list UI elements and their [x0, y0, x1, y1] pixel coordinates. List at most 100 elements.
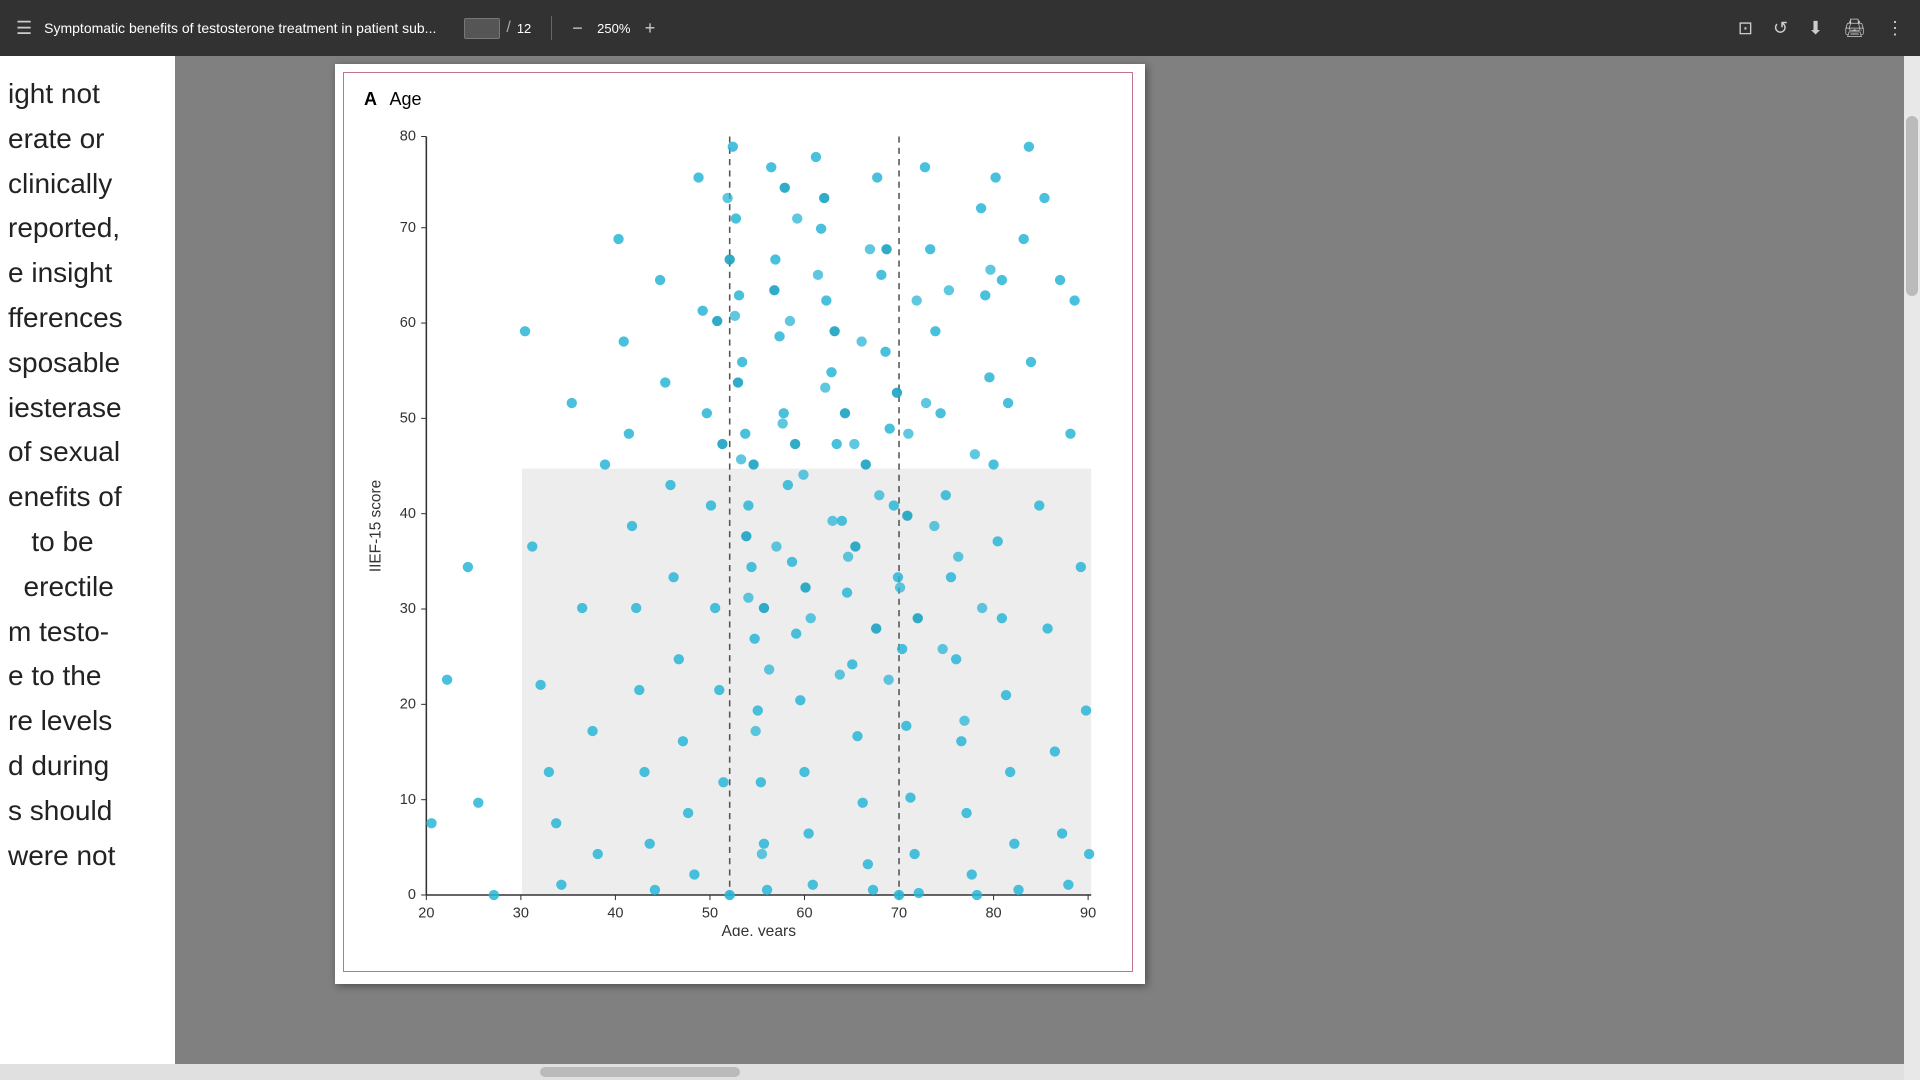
text-line: reported, — [8, 206, 167, 251]
dot — [748, 459, 758, 469]
text-line: clinically — [8, 162, 167, 207]
dot — [984, 372, 994, 382]
dot — [929, 521, 939, 531]
dot — [749, 634, 759, 644]
dot — [880, 347, 890, 357]
scrollbar-thumb[interactable] — [1906, 116, 1918, 296]
dot — [655, 275, 665, 285]
scatter-plot: 0 10 20 30 40 50 60 — [364, 116, 1112, 936]
total-pages: 12 — [517, 21, 531, 36]
text-line: re levels — [8, 699, 167, 744]
dot — [813, 270, 823, 280]
dot — [710, 603, 720, 613]
dot — [903, 429, 913, 439]
download-icon[interactable]: ⬇ — [1808, 18, 1823, 39]
print-icon[interactable]: 🖨 — [1843, 18, 1866, 39]
dot — [970, 449, 980, 459]
current-page-input[interactable]: 9 — [464, 18, 500, 39]
y-axis-label: IIEF-15 score — [368, 480, 385, 572]
page-navigation: 9 / 12 — [464, 18, 531, 39]
dot — [743, 593, 753, 603]
dot — [693, 172, 703, 182]
dot — [997, 613, 1007, 623]
y-tick-20: 20 — [400, 697, 416, 713]
dot — [905, 793, 915, 803]
dot — [489, 890, 499, 900]
dot — [706, 500, 716, 510]
zoom-out-button[interactable]: − — [572, 18, 583, 39]
x-tick-30: 30 — [513, 906, 529, 922]
x-tick-90: 90 — [1080, 906, 1096, 922]
dot — [935, 408, 945, 418]
dot — [743, 500, 753, 510]
dot — [972, 890, 982, 900]
dot — [780, 183, 790, 193]
dot — [759, 839, 769, 849]
horizontal-scrollbar[interactable] — [0, 1064, 1904, 1080]
dot — [871, 623, 881, 633]
dot — [783, 480, 793, 490]
fit-page-icon[interactable]: ⊡ — [1738, 18, 1753, 39]
dot — [832, 439, 842, 449]
dot — [821, 295, 831, 305]
main-content: ight not erate or clinically reported, e… — [0, 56, 1920, 1080]
median-dot-1 — [724, 890, 734, 900]
dot — [740, 429, 750, 439]
horizontal-scrollbar-thumb[interactable] — [540, 1067, 740, 1077]
doc-title: Symptomatic benefits of testosterone tre… — [44, 20, 436, 36]
dot — [1081, 705, 1091, 715]
dot — [959, 716, 969, 726]
dot — [826, 367, 836, 377]
dot — [816, 224, 826, 234]
dot — [953, 552, 963, 562]
x-tick-80: 80 — [985, 906, 1001, 922]
zoom-in-button[interactable]: + — [645, 18, 656, 39]
more-options-icon[interactable]: ⋮ — [1886, 18, 1904, 39]
dot — [674, 654, 684, 664]
dot — [881, 244, 891, 254]
dot — [798, 470, 808, 480]
dot — [733, 377, 743, 387]
toolbar: ☰ Symptomatic benefits of testosterone t… — [0, 0, 1920, 56]
text-line: of sexual — [8, 430, 167, 475]
dot — [551, 818, 561, 828]
dot — [865, 244, 875, 254]
pdf-viewer-area[interactable]: A Age — [175, 56, 1904, 1080]
dot — [587, 726, 597, 736]
dot — [634, 685, 644, 695]
vertical-scrollbar[interactable] — [1904, 56, 1920, 1080]
dot — [806, 613, 816, 623]
dot — [993, 536, 1003, 546]
dot — [717, 439, 727, 449]
dot — [1019, 234, 1029, 244]
y-tick-70: 70 — [400, 220, 416, 236]
dot — [1057, 828, 1067, 838]
dot — [728, 142, 738, 152]
dot — [556, 880, 566, 890]
zoom-controls: − 250% + — [572, 18, 655, 39]
dot — [941, 490, 951, 500]
dot — [712, 316, 722, 326]
dot — [724, 254, 734, 264]
dot — [874, 490, 884, 500]
dot — [961, 808, 971, 818]
dot — [718, 777, 728, 787]
dot — [849, 439, 859, 449]
dot — [1003, 398, 1013, 408]
dot — [997, 275, 1007, 285]
dot — [769, 285, 779, 295]
dot — [946, 572, 956, 582]
dot — [639, 767, 649, 777]
dot — [520, 326, 530, 336]
menu-icon[interactable]: ☰ — [16, 18, 32, 39]
dot — [925, 244, 935, 254]
dot — [1009, 839, 1019, 849]
dot — [697, 306, 707, 316]
y-tick-0: 0 — [408, 887, 416, 903]
dot — [1039, 193, 1049, 203]
dot — [750, 726, 760, 736]
pdf-page: A Age — [335, 64, 1145, 984]
dot — [722, 193, 732, 203]
text-line: iesterase — [8, 386, 167, 431]
history-icon[interactable]: ↺ — [1773, 18, 1788, 39]
